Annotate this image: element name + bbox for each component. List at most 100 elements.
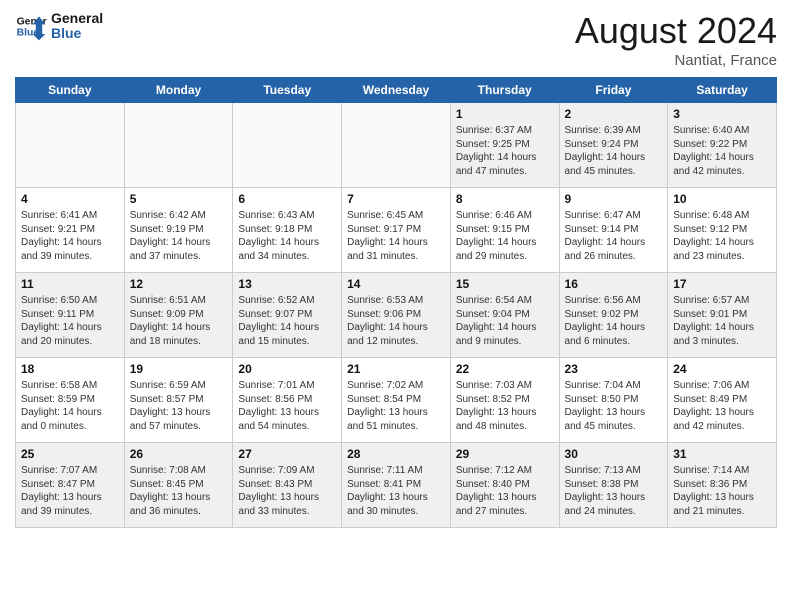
- day-content: Sunrise: 6:47 AMSunset: 9:14 PMDaylight:…: [565, 209, 663, 263]
- day-content: Sunrise: 6:39 AMSunset: 9:24 PMDaylight:…: [565, 124, 663, 178]
- calendar-cell: 16Sunrise: 6:56 AMSunset: 9:02 PMDayligh…: [559, 273, 668, 358]
- calendar-cell: 12Sunrise: 6:51 AMSunset: 9:09 PMDayligh…: [124, 273, 233, 358]
- location-label: Nantiat, France: [575, 52, 777, 69]
- day-number: 2: [565, 107, 663, 121]
- day-content: Sunrise: 6:52 AMSunset: 9:07 PMDaylight:…: [238, 294, 336, 348]
- calendar-cell: 25 Sunrise: 7:07 AMSunset: 8:47 PMDayligh…: [16, 443, 125, 528]
- day-content: Sunrise: 6:58 AMSunset: 8:59 PMDaylight:…: [21, 379, 119, 433]
- calendar-cell: 26 Sunrise: 7:08 AMSunset: 8:45 PMDayligh…: [124, 443, 233, 528]
- col-header-friday: Friday: [559, 78, 668, 103]
- calendar-cell: 1 Sunrise: 6:37 AMSunset: 9:25 PMDaylight…: [450, 103, 559, 188]
- day-number: 4: [21, 192, 119, 206]
- day-number: 8: [456, 192, 554, 206]
- calendar-cell: 30 Sunrise: 7:13 AMSunset: 8:38 PMDayligh…: [559, 443, 668, 528]
- calendar-cell: 23Sunrise: 7:04 AMSunset: 8:50 PMDayligh…: [559, 358, 668, 443]
- day-content: Sunrise: 7:12 AMSunset: 8:40 PMDaylight:…: [456, 464, 554, 518]
- day-number: 20: [238, 362, 336, 376]
- calendar-week-row: 4 Sunrise: 6:41 AMSunset: 9:21 PMDaylight…: [16, 188, 777, 273]
- col-header-wednesday: Wednesday: [342, 78, 451, 103]
- day-content: Sunrise: 7:03 AMSunset: 8:52 PMDaylight:…: [456, 379, 554, 433]
- day-content: Sunrise: 7:06 AMSunset: 8:49 PMDaylight:…: [673, 379, 771, 433]
- calendar-week-row: 18 Sunrise: 6:58 AMSunset: 8:59 PMDayligh…: [16, 358, 777, 443]
- day-content: Sunrise: 7:09 AMSunset: 8:43 PMDaylight:…: [238, 464, 336, 518]
- day-number: 29: [456, 447, 554, 461]
- col-header-tuesday: Tuesday: [233, 78, 342, 103]
- calendar-cell: 8Sunrise: 6:46 AMSunset: 9:15 PMDaylight…: [450, 188, 559, 273]
- day-content: Sunrise: 6:42 AMSunset: 9:19 PMDaylight:…: [130, 209, 228, 263]
- col-header-monday: Monday: [124, 78, 233, 103]
- calendar-cell: 20 Sunrise: 7:01 AMSunset: 8:56 PMDayligh…: [233, 358, 342, 443]
- day-number: 30: [565, 447, 663, 461]
- day-number: 14: [347, 277, 445, 291]
- day-content: Sunrise: 6:41 AMSunset: 9:21 PMDaylight:…: [21, 209, 119, 263]
- calendar-cell: 9Sunrise: 6:47 AMSunset: 9:14 PMDaylight…: [559, 188, 668, 273]
- calendar-table: SundayMondayTuesdayWednesdayThursdayFrid…: [15, 77, 777, 528]
- day-number: 26: [130, 447, 228, 461]
- day-number: 21: [347, 362, 445, 376]
- calendar-cell: 6 Sunrise: 6:43 AMSunset: 9:18 PMDaylight…: [233, 188, 342, 273]
- calendar-cell: 24 Sunrise: 7:06 AMSunset: 8:49 PMDayligh…: [668, 358, 777, 443]
- day-content: Sunrise: 6:57 AMSunset: 9:01 PMDaylight:…: [673, 294, 771, 348]
- day-content: Sunrise: 7:07 AMSunset: 8:47 PMDaylight:…: [21, 464, 119, 518]
- day-number: 6: [238, 192, 336, 206]
- logo-blue: Blue: [51, 26, 103, 41]
- day-number: 5: [130, 192, 228, 206]
- day-number: 24: [673, 362, 771, 376]
- calendar-cell: 21 Sunrise: 7:02 AMSunset: 8:54 PMDayligh…: [342, 358, 451, 443]
- calendar-cell: [124, 103, 233, 188]
- calendar-cell: [233, 103, 342, 188]
- calendar-cell: 2 Sunrise: 6:39 AMSunset: 9:24 PMDaylight…: [559, 103, 668, 188]
- calendar-cell: 3 Sunrise: 6:40 AMSunset: 9:22 PMDaylight…: [668, 103, 777, 188]
- day-number: 1: [456, 107, 554, 121]
- day-number: 22: [456, 362, 554, 376]
- day-number: 11: [21, 277, 119, 291]
- page-header: General Blue General Blue August 2024 Na…: [15, 10, 777, 69]
- calendar-cell: 29 Sunrise: 7:12 AMSunset: 8:40 PMDayligh…: [450, 443, 559, 528]
- calendar-cell: 11 Sunrise: 6:50 AMSunset: 9:11 PMDayligh…: [16, 273, 125, 358]
- day-content: Sunrise: 6:56 AMSunset: 9:02 PMDaylight:…: [565, 294, 663, 348]
- day-number: 10: [673, 192, 771, 206]
- day-number: 28: [347, 447, 445, 461]
- day-content: Sunrise: 6:54 AMSunset: 9:04 PMDaylight:…: [456, 294, 554, 348]
- day-number: 13: [238, 277, 336, 291]
- day-number: 19: [130, 362, 228, 376]
- calendar-cell: 10 Sunrise: 6:48 AMSunset: 9:12 PMDayligh…: [668, 188, 777, 273]
- day-content: Sunrise: 6:48 AMSunset: 9:12 PMDaylight:…: [673, 209, 771, 263]
- day-content: Sunrise: 7:11 AMSunset: 8:41 PMDaylight:…: [347, 464, 445, 518]
- day-content: Sunrise: 6:50 AMSunset: 9:11 PMDaylight:…: [21, 294, 119, 348]
- calendar-cell: 22 Sunrise: 7:03 AMSunset: 8:52 PMDayligh…: [450, 358, 559, 443]
- logo-icon: General Blue: [15, 10, 47, 42]
- day-number: 18: [21, 362, 119, 376]
- day-number: 31: [673, 447, 771, 461]
- month-year-title: August 2024: [575, 10, 777, 52]
- day-content: Sunrise: 7:13 AMSunset: 8:38 PMDaylight:…: [565, 464, 663, 518]
- day-number: 3: [673, 107, 771, 121]
- calendar-week-row: 11 Sunrise: 6:50 AMSunset: 9:11 PMDayligh…: [16, 273, 777, 358]
- calendar-cell: [342, 103, 451, 188]
- calendar-cell: 15Sunrise: 6:54 AMSunset: 9:04 PMDayligh…: [450, 273, 559, 358]
- day-content: Sunrise: 6:53 AMSunset: 9:06 PMDaylight:…: [347, 294, 445, 348]
- day-content: Sunrise: 6:59 AMSunset: 8:57 PMDaylight:…: [130, 379, 228, 433]
- calendar-cell: 4 Sunrise: 6:41 AMSunset: 9:21 PMDaylight…: [16, 188, 125, 273]
- col-header-saturday: Saturday: [668, 78, 777, 103]
- day-content: Sunrise: 6:51 AMSunset: 9:09 PMDaylight:…: [130, 294, 228, 348]
- calendar-cell: 14 Sunrise: 6:53 AMSunset: 9:06 PMDayligh…: [342, 273, 451, 358]
- calendar-week-row: 1 Sunrise: 6:37 AMSunset: 9:25 PMDaylight…: [16, 103, 777, 188]
- day-content: Sunrise: 7:02 AMSunset: 8:54 PMDaylight:…: [347, 379, 445, 433]
- calendar-cell: [16, 103, 125, 188]
- day-content: Sunrise: 6:40 AMSunset: 9:22 PMDaylight:…: [673, 124, 771, 178]
- day-content: Sunrise: 7:01 AMSunset: 8:56 PMDaylight:…: [238, 379, 336, 433]
- logo-general: General: [51, 11, 103, 26]
- day-content: Sunrise: 6:37 AMSunset: 9:25 PMDaylight:…: [456, 124, 554, 178]
- calendar-header-row: SundayMondayTuesdayWednesdayThursdayFrid…: [16, 78, 777, 103]
- calendar-cell: 18 Sunrise: 6:58 AMSunset: 8:59 PMDayligh…: [16, 358, 125, 443]
- calendar-cell: 28 Sunrise: 7:11 AMSunset: 8:41 PMDayligh…: [342, 443, 451, 528]
- day-content: Sunrise: 7:08 AMSunset: 8:45 PMDaylight:…: [130, 464, 228, 518]
- day-content: Sunrise: 6:43 AMSunset: 9:18 PMDaylight:…: [238, 209, 336, 263]
- calendar-cell: 13 Sunrise: 6:52 AMSunset: 9:07 PMDayligh…: [233, 273, 342, 358]
- day-number: 23: [565, 362, 663, 376]
- col-header-sunday: Sunday: [16, 78, 125, 103]
- day-content: Sunrise: 7:14 AMSunset: 8:36 PMDaylight:…: [673, 464, 771, 518]
- day-number: 25: [21, 447, 119, 461]
- calendar-cell: 19 Sunrise: 6:59 AMSunset: 8:57 PMDayligh…: [124, 358, 233, 443]
